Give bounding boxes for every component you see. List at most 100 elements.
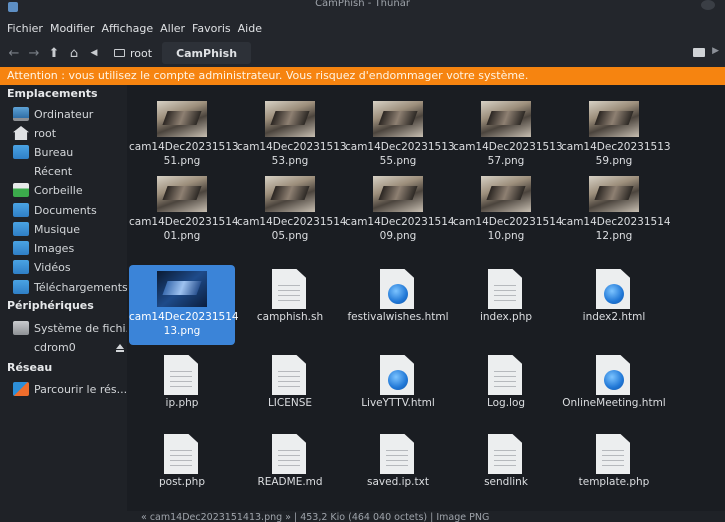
- file-name-line1: cam14Dec20231514: [237, 216, 347, 228]
- sidebar-item-corbeille[interactable]: Corbeille: [13, 181, 83, 199]
- sidebar-item-label: Images: [34, 241, 75, 255]
- text-lines-icon: [494, 283, 516, 301]
- file-item[interactable]: post.php: [129, 430, 235, 510]
- file-name: index2.html: [561, 310, 667, 324]
- file-name-line1: cam14Dec20231513: [345, 141, 455, 153]
- menu-fichier[interactable]: Fichier: [7, 22, 43, 35]
- file-item[interactable]: cam14Dec20231514 13.png: [129, 265, 239, 345]
- file-name: cam14Dec20231513 53.png: [237, 140, 347, 168]
- computer-icon: [13, 107, 29, 121]
- file-name-line1: README.md: [257, 476, 323, 488]
- menu-aide[interactable]: Aide: [238, 22, 262, 35]
- breadcrumb-current-label: CamPhish: [176, 46, 238, 60]
- cdrom-icon: [13, 340, 29, 354]
- window-control-button[interactable]: [701, 0, 715, 10]
- file-item[interactable]: sendlink: [453, 430, 559, 510]
- file-name-line1: sendlink: [484, 476, 528, 488]
- image-thumbnail-icon: [265, 101, 315, 137]
- file-item[interactable]: camphish.sh: [237, 265, 343, 345]
- forward-arrow-icon[interactable]: →: [24, 46, 44, 61]
- file-item[interactable]: cam14Dec20231514 05.png: [237, 170, 347, 250]
- sidebar-item-bureau[interactable]: Bureau: [13, 143, 73, 161]
- up-arrow-icon[interactable]: ⬆: [44, 46, 64, 61]
- sidebar-item-label: Ordinateur: [34, 107, 94, 121]
- file-item[interactable]: saved.ip.txt: [345, 430, 451, 510]
- path-right-arrow-icon[interactable]: ▶: [712, 46, 719, 56]
- music-folder-icon: [13, 222, 29, 236]
- text-file-icon: [488, 434, 522, 474]
- file-name-line2: 13.png: [163, 325, 201, 337]
- menu-modifier[interactable]: Modifier: [50, 22, 94, 35]
- file-item[interactable]: LiveYTTV.html: [345, 351, 451, 431]
- file-name: saved.ip.txt: [345, 475, 451, 489]
- sidebar-item-label: Bureau: [34, 145, 74, 159]
- file-name: cam14Dec20231514 05.png: [237, 215, 347, 243]
- file-item[interactable]: cam14Dec20231514 10.png: [453, 170, 563, 250]
- eject-icon[interactable]: [116, 344, 124, 352]
- file-name-line1: post.php: [159, 476, 205, 488]
- file-name-line1: cam14Dec20231514: [129, 311, 239, 323]
- breadcrumb-current[interactable]: CamPhish: [162, 42, 252, 64]
- breadcrumb-root[interactable]: root: [108, 42, 158, 64]
- back-arrow-icon[interactable]: ←: [4, 46, 24, 61]
- file-name-line1: cam14Dec20231514: [129, 216, 239, 228]
- sidebar: Emplacements Ordinateur root Bureau Réce…: [0, 85, 136, 522]
- text-lines-icon: [494, 448, 516, 466]
- file-item[interactable]: cam14Dec20231513 51.png: [129, 95, 239, 175]
- text-file-icon: [488, 355, 522, 395]
- file-name-line2: 12.png: [595, 230, 633, 242]
- file-item[interactable]: cam14Dec20231513 57.png: [453, 95, 563, 175]
- file-name: Log.log: [453, 396, 559, 410]
- file-item[interactable]: cam14Dec20231513 53.png: [237, 95, 347, 175]
- sidebar-item-root[interactable]: root: [13, 124, 56, 142]
- sidebar-item-filesystem[interactable]: Système de fichi...: [13, 319, 136, 337]
- file-name-line1: cam14Dec20231513: [561, 141, 671, 153]
- file-item[interactable]: README.md: [237, 430, 343, 510]
- file-name: README.md: [237, 475, 343, 489]
- file-item[interactable]: cam14Dec20231514 09.png: [345, 170, 455, 250]
- file-item[interactable]: LICENSE: [237, 351, 343, 431]
- sidebar-item-label: root: [34, 126, 57, 140]
- file-item[interactable]: index.php: [453, 265, 559, 345]
- sidebar-item-browse-network[interactable]: Parcourir le rés...: [13, 380, 127, 398]
- sidebar-item-videos[interactable]: Vidéos: [13, 258, 71, 276]
- location-entry-icon[interactable]: [693, 48, 705, 57]
- sidebar-item-cdrom[interactable]: cdrom0: [13, 338, 76, 356]
- file-item[interactable]: template.php: [561, 430, 667, 510]
- sidebar-item-musique[interactable]: Musique: [13, 220, 80, 238]
- file-item[interactable]: cam14Dec20231514 01.png: [129, 170, 239, 250]
- menu-affichage[interactable]: Affichage: [101, 22, 153, 35]
- sidebar-item-documents[interactable]: Documents: [13, 201, 97, 219]
- file-name-line2: 05.png: [271, 230, 309, 242]
- sidebar-item-recent[interactable]: Récent: [13, 162, 72, 180]
- file-name: ip.php: [129, 396, 235, 410]
- file-name: OnlineMeeting.html: [561, 396, 667, 410]
- file-name: index.php: [453, 310, 559, 324]
- html-file-icon: [596, 269, 630, 309]
- home-icon[interactable]: ⌂: [64, 46, 84, 61]
- file-name: cam14Dec20231513 59.png: [561, 140, 671, 168]
- path-left-arrow-icon[interactable]: ◀: [84, 48, 104, 58]
- html-file-icon: [596, 355, 630, 395]
- sidebar-item-ordinateur[interactable]: Ordinateur: [13, 105, 93, 123]
- file-name-line1: ip.php: [165, 397, 199, 409]
- sidebar-item-telechargements[interactable]: Téléchargements: [13, 278, 128, 296]
- network-icon: [13, 382, 29, 396]
- sidebar-header-network: Réseau: [7, 361, 53, 374]
- file-item[interactable]: index2.html: [561, 265, 667, 345]
- drive-icon: [114, 49, 125, 57]
- menu-favoris[interactable]: Favoris: [192, 22, 231, 35]
- file-item[interactable]: Log.log: [453, 351, 559, 431]
- file-item[interactable]: cam14Dec20231513 59.png: [561, 95, 671, 175]
- sidebar-item-images[interactable]: Images: [13, 239, 74, 257]
- menu-aller[interactable]: Aller: [160, 22, 185, 35]
- text-file-icon: [164, 355, 198, 395]
- file-item[interactable]: OnlineMeeting.html: [561, 351, 667, 431]
- file-name: cam14Dec20231514 13.png: [129, 310, 239, 338]
- file-item[interactable]: festivalwishes.html: [345, 265, 451, 345]
- file-name-line1: saved.ip.txt: [367, 476, 429, 488]
- file-item[interactable]: cam14Dec20231513 55.png: [345, 95, 455, 175]
- file-item[interactable]: ip.php: [129, 351, 235, 431]
- image-thumbnail-icon: [157, 271, 207, 307]
- file-item[interactable]: cam14Dec20231514 12.png: [561, 170, 671, 250]
